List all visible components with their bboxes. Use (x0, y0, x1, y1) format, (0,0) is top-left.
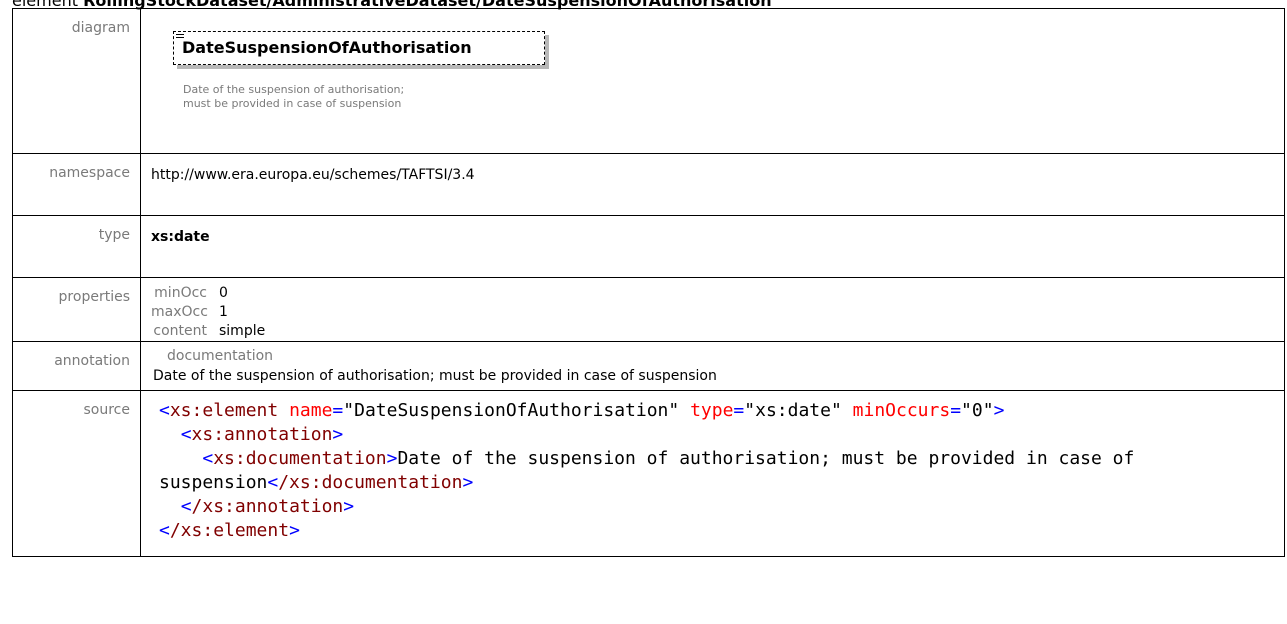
source-row: source <xs:element name="DateSuspensionO… (12, 390, 1285, 557)
property-key: maxOcc (151, 304, 208, 320)
annotation-cell: documentation Date of the suspension of … (140, 341, 1285, 391)
property-value: 0 (219, 285, 228, 301)
annotation-text: Date of the suspension of authorisation;… (153, 368, 717, 384)
namespace-row: namespace http://www.era.europa.eu/schem… (12, 153, 1285, 216)
element-diagram-box[interactable]: DateSuspensionOfAuthorisation (173, 31, 545, 65)
property-value: simple (219, 323, 266, 339)
type-value: xs:date (140, 215, 1285, 278)
diagram-row: diagram DateSuspensionOfAuthorisation Da… (12, 8, 1285, 154)
properties-row: properties minOcc 0 maxOcc 1 content sim… (12, 277, 1285, 342)
properties-cell: minOcc 0 maxOcc 1 content simple (140, 277, 1285, 342)
property-key: content (153, 323, 207, 339)
element-diagram-name: DateSuspensionOfAuthorisation (182, 38, 472, 57)
type-row: type xs:date (12, 215, 1285, 278)
properties-label: properties (12, 277, 141, 342)
annotation-title: documentation (167, 348, 274, 364)
property-row: maxOcc 1 (151, 303, 1284, 322)
property-key: minOcc (154, 285, 207, 301)
source-label: source (12, 390, 141, 557)
diagram-label: diagram (12, 8, 141, 154)
type-label: type (12, 215, 141, 278)
annotation-label: annotation (12, 341, 141, 391)
diagram-documentation: Date of the suspension of authorisation;… (183, 83, 404, 111)
annotation-row: annotation documentation Date of the sus… (12, 341, 1285, 391)
namespace-label: namespace (12, 153, 141, 216)
property-row: minOcc 0 (151, 284, 1284, 303)
diagram-doc-line: Date of the suspension of authorisation; (183, 83, 405, 96)
property-value: 1 (219, 304, 228, 320)
type-link[interactable]: xs:date (151, 229, 210, 245)
diagram-cell: DateSuspensionOfAuthorisation Date of th… (140, 8, 1285, 154)
element-doc-table: diagram DateSuspensionOfAuthorisation Da… (12, 8, 1285, 557)
source-cell: <xs:element name="DateSuspensionOfAuthor… (140, 390, 1285, 557)
diagram-doc-line: must be provided in case of suspension (183, 97, 402, 110)
property-row: content simple (151, 322, 1284, 341)
namespace-value: http://www.era.europa.eu/schemes/TAFTSI/… (140, 153, 1285, 216)
source-code: <xs:element name="DateSuspensionOfAuthor… (159, 400, 1146, 541)
